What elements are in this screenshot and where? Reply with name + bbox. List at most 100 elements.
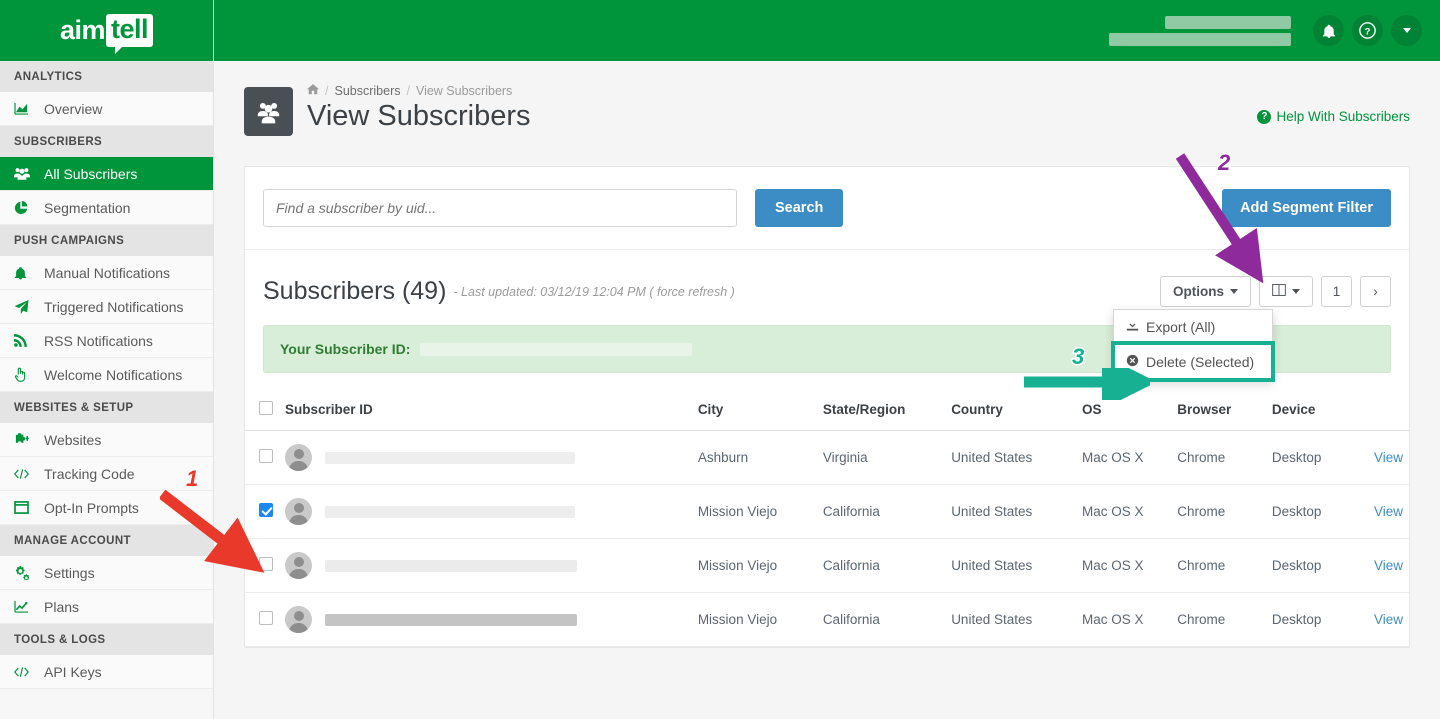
options-button[interactable]: Options [1160,276,1251,307]
subscriber-id-cell [279,431,692,485]
device-cell: Desktop [1266,539,1368,593]
add-segment-filter-button[interactable]: Add Segment Filter [1222,189,1391,227]
sidebar-item-all-subscribers[interactable]: All Subscribers [0,157,213,191]
avatar [285,552,312,579]
state-cell: California [817,593,945,647]
column-header-browser: Browser [1171,391,1266,431]
view-link[interactable]: View [1374,450,1403,465]
subscriber-id-redacted [325,452,575,464]
sidebar-item-segmentation[interactable]: Segmentation [0,191,213,225]
row-checkbox-cell [245,539,279,593]
subscriber-id-cell [279,485,692,539]
pie-chart-icon [14,201,40,215]
top-bar: ? [214,0,1440,61]
sidebar-item-opt-in-prompts[interactable]: Opt-In Prompts [0,491,213,525]
table-row: AshburnVirginiaUnited StatesMac OS XChro… [245,431,1409,485]
sidebar-item-rss-notifications[interactable]: RSS Notifications [0,324,213,358]
search-input[interactable] [263,189,737,227]
column-header-state: State/Region [817,391,945,431]
bell-icon[interactable] [1313,15,1344,46]
app-root: aimtell ANALYTICSOverviewSUBSCRIBERS All … [0,0,1440,719]
row-checkbox[interactable] [259,611,273,625]
app-logo[interactable]: aimtell [0,0,213,61]
sidebar-item-label: Tracking Code [40,466,135,482]
list-header: Subscribers (49) - Last updated: 03/12/1… [245,250,1409,321]
search-row: Search Add Segment Filter [245,167,1409,250]
chevron-down-icon [1292,289,1300,294]
question-icon[interactable]: ? [1352,15,1383,46]
os-cell: Mac OS X [1076,539,1171,593]
view-cell: View [1368,485,1409,539]
columns-icon [1272,284,1286,299]
sidebar-section-subscribers: SUBSCRIBERS [0,126,213,157]
column-header-subscriber-id: Subscriber ID [279,391,692,431]
users-icon [14,167,40,180]
account-menu-chevron-down-icon[interactable] [1391,15,1422,46]
sidebar-section-tools-logs: TOOLS & LOGS [0,624,213,655]
country-cell: United States [945,539,1076,593]
delete-selected-menu-item[interactable]: Delete (Selected) [1114,344,1272,379]
country-cell: United States [945,593,1076,647]
view-link[interactable]: View [1374,558,1403,573]
sidebar-item-settings[interactable]: Settings [0,556,213,590]
device-cell: Desktop [1266,431,1368,485]
state-cell: California [817,539,945,593]
column-header-device: Device [1266,391,1368,431]
sidebar-item-label: API Keys [40,664,102,680]
sidebar-item-label: Opt-In Prompts [40,500,139,516]
sidebar-item-api-keys[interactable]: API Keys [0,655,213,689]
rss-icon [14,334,40,347]
row-checkbox-cell [245,593,279,647]
sidebar-section-analytics: ANALYTICS [0,61,213,92]
view-cell: View [1368,431,1409,485]
sidebar-item-label: All Subscribers [40,166,137,182]
search-button[interactable]: Search [755,189,843,227]
sidebar-item-websites[interactable]: Websites [0,423,213,457]
sidebar-item-label: Manual Notifications [40,265,170,281]
row-checkbox-checked[interactable] [259,503,273,517]
sidebar-item-welcome-notifications[interactable]: Welcome Notifications [0,358,213,392]
page-number-button[interactable]: 1 [1321,276,1352,307]
city-cell: Mission Viejo [692,539,817,593]
window-icon [14,501,40,514]
sidebar-item-tracking-code[interactable]: Tracking Code [0,457,213,491]
export-all-menu-item[interactable]: Export (All) [1114,310,1272,344]
column-visibility-button[interactable] [1259,276,1313,307]
avatar [285,444,312,471]
sidebar-item-manual-notifications[interactable]: Manual Notifications [0,256,213,290]
next-page-button[interactable]: › [1360,276,1391,307]
country-cell: United States [945,431,1076,485]
subscribers-panel: Search Add Segment Filter Subscribers (4… [244,166,1410,648]
options-dropdown-menu: Export (All) Delete (Selected) [1113,309,1273,380]
last-updated-text[interactable]: - Last updated: 03/12/19 12:04 PM ( forc… [453,285,734,299]
row-checkbox[interactable] [259,449,273,463]
city-cell: Ashburn [692,431,817,485]
sidebar-section-push-campaigns: PUSH CAMPAIGNS [0,225,213,256]
account-info-redacted [1109,16,1291,46]
breadcrumb-parent[interactable]: Subscribers [334,84,400,98]
row-checkbox[interactable] [259,557,273,571]
users-group-icon [244,87,293,136]
os-cell: Mac OS X [1076,485,1171,539]
help-with-subscribers-link[interactable]: ? Help With Subscribers [1257,109,1410,124]
logo-aim-text: aim [60,15,105,46]
account-name-redacted [1165,16,1291,29]
view-link[interactable]: View [1374,504,1403,519]
list-title: Subscribers (49) [263,277,446,306]
select-all-checkbox[interactable] [259,401,273,415]
gears-icon [14,566,40,580]
sidebar-item-overview[interactable]: Overview [0,92,213,126]
home-icon[interactable] [307,83,319,98]
view-cell: View [1368,593,1409,647]
times-circle-icon [1126,354,1139,370]
view-link[interactable]: View [1374,612,1403,627]
sidebar-item-plans[interactable]: Plans [0,590,213,624]
breadcrumb: / Subscribers / View Subscribers [307,83,1257,98]
column-header-city: City [692,391,817,431]
sidebar: aimtell ANALYTICSOverviewSUBSCRIBERS All … [0,0,214,719]
table-header-row: Subscriber ID City State/Region Country … [245,391,1409,431]
city-cell: Mission Viejo [692,593,817,647]
subscriber-id-redacted [325,560,577,572]
subscriber-id-cell [279,593,692,647]
sidebar-item-triggered-notifications[interactable]: Triggered Notifications [0,290,213,324]
